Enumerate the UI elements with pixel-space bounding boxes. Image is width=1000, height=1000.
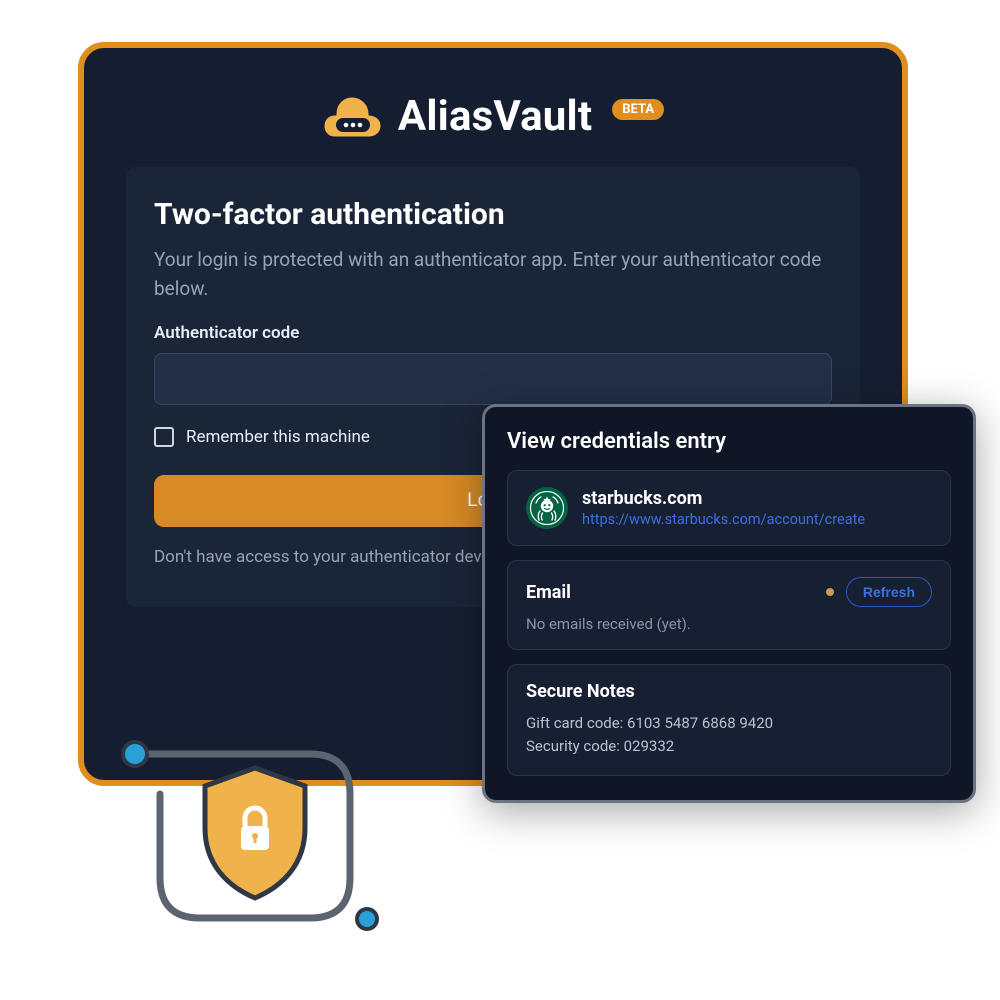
lock-icon [241, 808, 269, 850]
site-panel: starbucks.com https://www.starbucks.com/… [507, 470, 951, 546]
brand-row: AliasVault BETA [126, 92, 860, 141]
email-status: No emails received (yet). [526, 615, 932, 633]
email-heading: Email [526, 582, 571, 603]
email-panel: Email Refresh No emails received (yet). [507, 560, 951, 650]
overlay-title: View credentials entry [507, 429, 951, 454]
brand-name: AliasVault [398, 92, 592, 141]
aliasvault-cloud-icon [322, 94, 384, 140]
credentials-entry-window: View credentials entry [482, 404, 976, 803]
authenticator-code-input[interactable] [154, 353, 832, 405]
notes-line-1: Gift card code: 6103 5487 6868 9420 [526, 712, 932, 735]
status-dot-icon [826, 588, 834, 596]
remember-machine-label: Remember this machine [186, 427, 370, 447]
card-description: Your login is protected with an authenti… [154, 246, 832, 303]
shield-icon [205, 768, 305, 898]
code-label: Authenticator code [154, 323, 832, 343]
notes-line-2: Security code: 029332 [526, 735, 932, 758]
beta-badge: BETA [612, 99, 664, 120]
card-title: Two-factor authentication [154, 197, 832, 232]
site-url-link[interactable]: https://www.starbucks.com/account/create [582, 511, 865, 528]
starbucks-icon [526, 487, 568, 529]
site-name: starbucks.com [582, 488, 865, 509]
secure-notes-panel: Secure Notes Gift card code: 6103 5487 6… [507, 664, 951, 776]
remember-machine-checkbox[interactable] [154, 427, 174, 447]
refresh-button[interactable]: Refresh [846, 577, 932, 607]
notes-heading: Secure Notes [526, 681, 932, 702]
